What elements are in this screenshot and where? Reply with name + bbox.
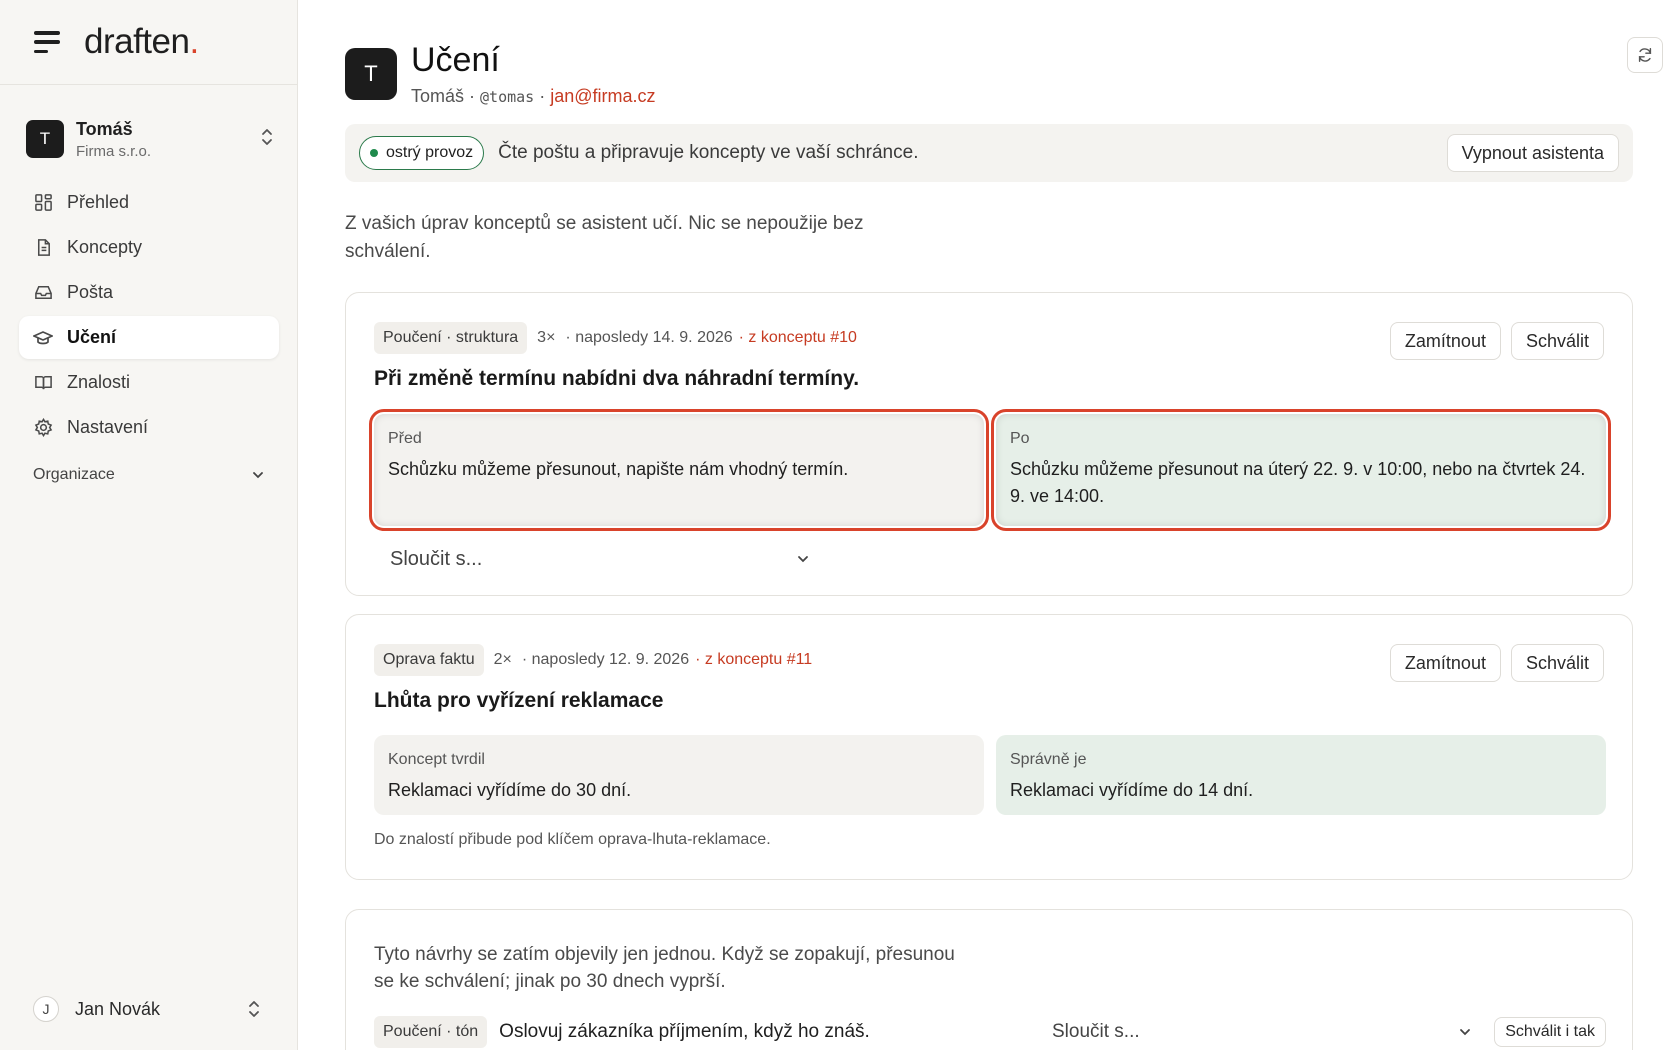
chevron-down-icon: [798, 556, 808, 563]
category-tag: Poučení · tón: [374, 1016, 488, 1048]
pending-item-text: Oslovuj zákazníka příjmením, když ho zná…: [499, 1021, 870, 1042]
pending-item: Poučení · tón Oslovuj zákazníka příjmení…: [374, 1016, 1606, 1048]
graduation-cap-icon: [33, 328, 53, 348]
sidebar-item-label: Koncepty: [67, 237, 143, 257]
sidebar-item-label: Přehled: [67, 192, 130, 212]
account-org: Firma s.r.o.: [76, 142, 152, 160]
profile-email-link[interactable]: jan@firma.cz: [550, 86, 655, 106]
pending-proposals-card: Tyto návrhy se zatím objevily jen jednou…: [345, 909, 1633, 1050]
reject-button[interactable]: Zamítnout: [1389, 322, 1501, 360]
main-content: T Učení Tomáš · @tomas · jan@firma.cz os…: [298, 0, 1680, 1050]
card-title: Lhůta pro vyřízení reklamace: [374, 689, 664, 712]
book-icon: [33, 373, 53, 393]
after-panel: Po Schůzku můžeme přesunout na úterý 22.…: [991, 409, 1611, 531]
page-header: T Učení Tomáš · @tomas · jan@firma.cz: [345, 40, 656, 107]
document-icon: [33, 238, 53, 258]
refresh-button[interactable]: [1627, 37, 1663, 73]
merge-select[interactable]: Sloučit s...: [1052, 1021, 1472, 1043]
account-avatar: T: [26, 120, 64, 158]
before-panel: Před Schůzku můžeme přesunout, napište n…: [369, 409, 989, 531]
approve-anyway-button[interactable]: Schválit i tak: [1494, 1017, 1606, 1047]
sidebar-item-posta[interactable]: Pošta: [19, 271, 279, 314]
last-seen-date: · naposledy 14. 9. 2026: [565, 329, 733, 346]
merge-select[interactable]: Sloučit s...: [390, 542, 810, 576]
occurrence-count: 2×: [493, 651, 512, 668]
claimed-panel: Koncept tvrdil Reklamaci vyřídíme do 30 …: [374, 735, 984, 815]
sidebar-item-label: Učení: [67, 327, 117, 347]
correct-panel: Správně je Reklamaci vyřídíme do 14 dní.: [996, 735, 1606, 815]
page-title: Učení: [411, 41, 500, 79]
sidebar-item-koncepty[interactable]: Koncepty: [19, 226, 279, 269]
account-name: Tomáš: [76, 118, 133, 139]
sidebar: draften. T Tomáš Firma s.r.o. Přehled Ko…: [0, 0, 298, 1050]
panel-label: Koncept tvrdil: [388, 751, 485, 768]
category-tag: Poučení · struktura: [374, 322, 528, 354]
knowledge-footnote: Do znalostí přibude pod klíčem oprava-lh…: [374, 831, 771, 848]
logo[interactable]: draften.: [84, 22, 199, 62]
panel-label: Před: [388, 430, 422, 447]
disable-assistant-button[interactable]: Vypnout asistenta: [1446, 134, 1619, 172]
panel-text: Schůzku můžeme přesunout na úterý 22. 9.…: [1010, 459, 1586, 506]
source-draft-link[interactable]: · z konceptu #11: [695, 651, 812, 669]
chevron-down-icon: [253, 472, 263, 479]
intro-text: Z vašich úprav konceptů se asistent učí.…: [345, 213, 864, 262]
occurrence-count: 3×: [537, 329, 556, 346]
assistant-status-banner: ostrý provoz Čte poštu a připravuje konc…: [345, 124, 1633, 182]
category-tag: Oprava faktu: [374, 644, 484, 676]
pending-description: Tyto návrhy se zatím objevily jen jednou…: [374, 944, 955, 992]
sidebar-nav: Přehled Koncepty Pošta Učení Znalosti Na…: [19, 181, 279, 451]
learning-card: Oprava faktu 2× · naposledy 12. 9. 2026 …: [345, 614, 1633, 880]
chevron-updown-icon: [249, 1001, 259, 1017]
account-switcher[interactable]: T Tomáš Firma s.r.o.: [26, 117, 274, 161]
inbox-icon: [33, 283, 53, 303]
reject-button[interactable]: Zamítnout: [1389, 644, 1501, 682]
card-meta: Poučení · struktura 3× · naposledy 14. 9…: [374, 322, 857, 354]
profile-avatar: T: [345, 48, 397, 100]
last-seen-date: · naposledy 12. 9. 2026: [521, 651, 690, 668]
gear-icon: [33, 418, 53, 438]
chevron-updown-icon: [262, 129, 272, 145]
profile-handle: @tomas: [480, 88, 535, 106]
user-avatar: J: [33, 996, 59, 1022]
organization-section-toggle[interactable]: Organizace: [33, 466, 265, 484]
card-title: Při změně termínu nabídni dva náhradní t…: [374, 367, 860, 390]
approve-button[interactable]: Schválit: [1510, 322, 1604, 360]
sidebar-item-prehled[interactable]: Přehled: [19, 181, 279, 224]
organization-section-label: Organizace: [33, 466, 115, 483]
approve-button[interactable]: Schválit: [1510, 644, 1604, 682]
panel-text: Reklamaci vyřídíme do 30 dní.: [388, 780, 632, 800]
user-menu[interactable]: J Jan Novák: [33, 994, 265, 1024]
panel-label: Správně je: [1010, 751, 1087, 768]
sidebar-item-uceni[interactable]: Učení: [19, 316, 279, 359]
profile-name: Tomáš: [411, 86, 465, 106]
sidebar-item-znalosti[interactable]: Znalosti: [19, 361, 279, 404]
panel-text: Schůzku můžeme přesunout, napište nám vh…: [388, 459, 849, 479]
panel-label: Po: [1010, 430, 1030, 447]
source-draft-link[interactable]: · z konceptu #10: [739, 329, 857, 347]
profile-subline: Tomáš · @tomas · jan@firma.cz: [411, 86, 656, 106]
user-name: Jan Novák: [75, 998, 161, 1019]
status-dot: [370, 149, 378, 157]
sidebar-item-nastaveni[interactable]: Nastavení: [19, 406, 279, 449]
refresh-icon: [1638, 47, 1652, 63]
chevron-down-icon: [1460, 1029, 1470, 1036]
learning-card: Poučení · struktura 3× · naposledy 14. 9…: [345, 292, 1633, 596]
panel-text: Reklamaci vyřídíme do 14 dní.: [1010, 780, 1254, 800]
grid-icon: [33, 193, 53, 213]
menu-icon[interactable]: [34, 31, 60, 53]
sidebar-item-label: Znalosti: [67, 372, 131, 392]
status-badge: ostrý provoz: [359, 136, 485, 170]
card-meta: Oprava faktu 2× · naposledy 12. 9. 2026 …: [374, 644, 812, 676]
sidebar-item-label: Nastavení: [67, 417, 149, 437]
brand-bar: draften.: [0, 0, 297, 85]
banner-text: Čte poštu a připravuje koncepty ve vaší …: [498, 142, 919, 163]
sidebar-item-label: Pošta: [67, 282, 114, 302]
